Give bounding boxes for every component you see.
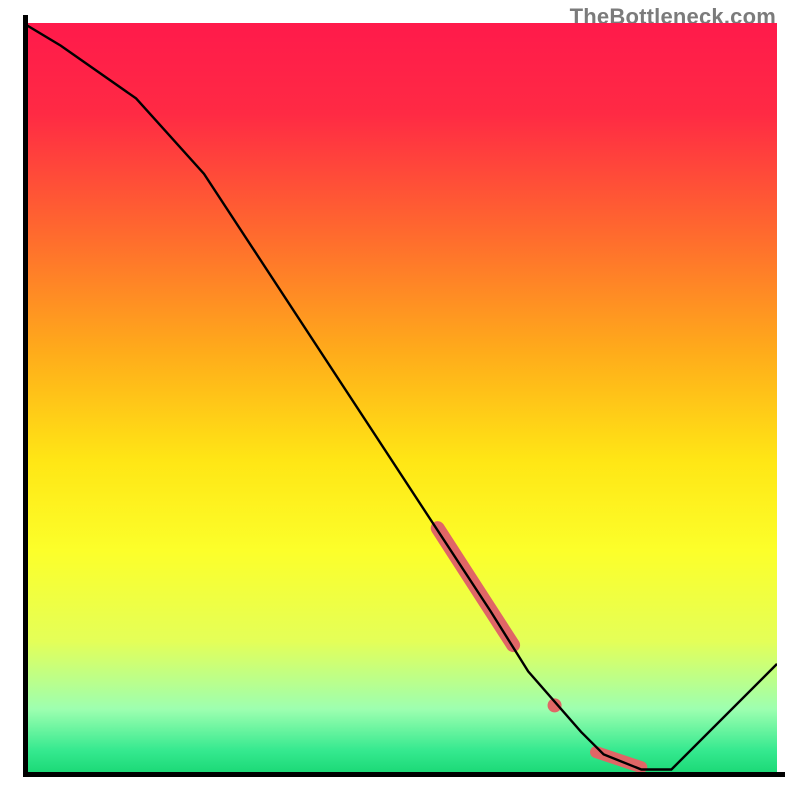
curve-line <box>23 23 777 770</box>
plot-area <box>23 23 777 777</box>
highlight-layer <box>438 528 642 767</box>
data-overlay <box>23 23 777 777</box>
x-axis <box>23 772 785 777</box>
y-axis <box>23 15 28 777</box>
bottleneck-chart: TheBottleneck.com <box>0 0 800 800</box>
